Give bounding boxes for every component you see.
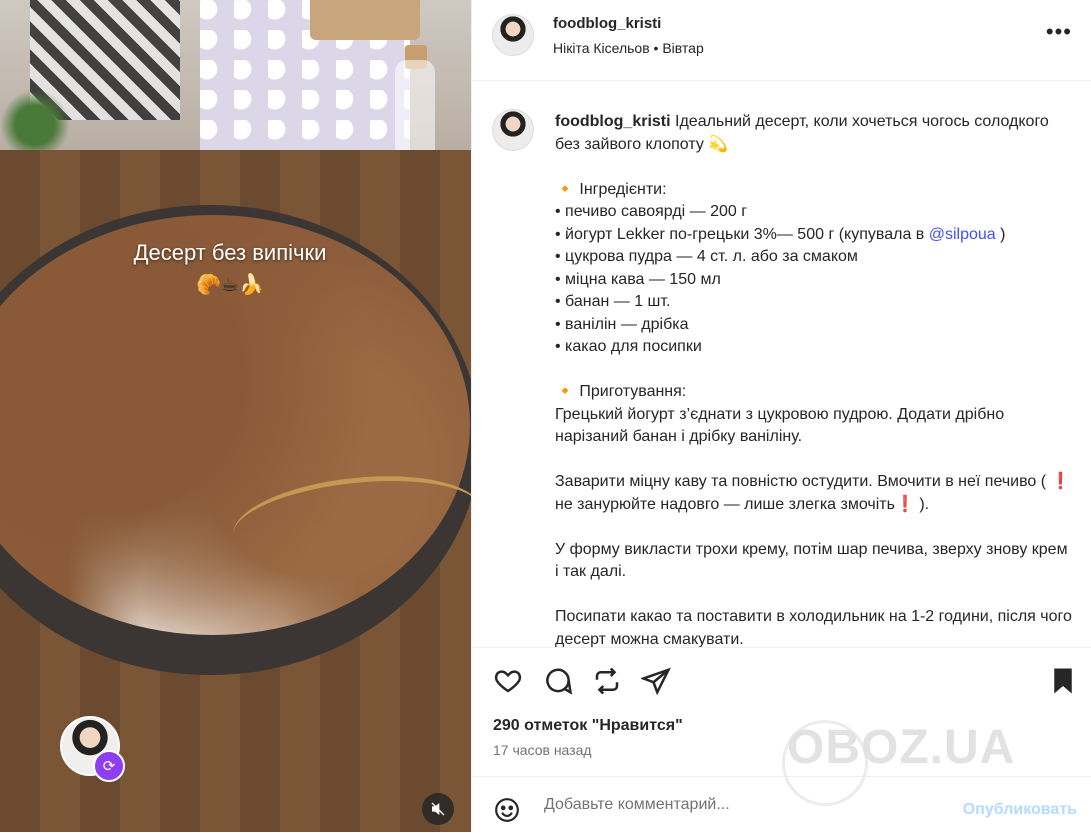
emoji-icon[interactable] bbox=[494, 797, 520, 823]
post-timestamp[interactable]: 17 часов назад bbox=[493, 742, 592, 758]
method-step: не занурюйте надовго — лише злегка змочі… bbox=[555, 495, 895, 513]
comment-input[interactable] bbox=[542, 795, 946, 815]
caption-username[interactable]: foodblog_kristi bbox=[555, 113, 671, 130]
repost-icon[interactable] bbox=[592, 666, 622, 696]
ingredient-line: • банан — 1 шт. bbox=[555, 293, 671, 310]
mute-button[interactable] bbox=[422, 793, 454, 825]
more-options-button[interactable]: ••• bbox=[1046, 21, 1072, 43]
caption-avatar[interactable] bbox=[492, 109, 534, 151]
heart-icon[interactable] bbox=[493, 666, 523, 696]
media-overlay-title: Десерт без випічки bbox=[133, 240, 327, 265]
exclamation-icon: ❗ bbox=[894, 495, 915, 513]
ingredient-line: • печиво савоярді — 200 г bbox=[555, 203, 748, 220]
comment-icon[interactable] bbox=[543, 666, 573, 696]
ingredient-line: • міцна кава — 150 мл bbox=[555, 270, 721, 288]
method-header: 🔸 Приготування: bbox=[555, 383, 687, 400]
comment-bar: Опубликовать bbox=[472, 776, 1091, 833]
media-overlay-emoji: 🥐☕🍌 bbox=[196, 274, 264, 296]
speaker-muted-icon bbox=[431, 802, 445, 816]
ingredients-header: 🔸 Інгредієнти: bbox=[555, 180, 667, 198]
watermark-text: OBOZ.UA bbox=[787, 721, 1016, 774]
ingredient-line: • йогурт Lekker по-грецьки 3%— 500 г (ку… bbox=[555, 225, 929, 243]
method-step: У форму викласти трохи крему, потім шар … bbox=[555, 540, 1068, 581]
post-comment-button[interactable]: Опубликовать bbox=[963, 801, 1077, 819]
mention-close: ) bbox=[995, 225, 1006, 243]
jar-lid bbox=[310, 0, 420, 40]
bookmark-icon[interactable] bbox=[1048, 666, 1078, 696]
likes-count[interactable]: 290 отметок "Нравится" bbox=[493, 717, 683, 735]
method-step: ). bbox=[914, 495, 930, 513]
method-step: Грецький йогурт з’єднати з цукровою пудр… bbox=[555, 405, 1005, 446]
ingredient-line: • какао для посипки bbox=[555, 338, 702, 355]
author-avatar[interactable] bbox=[492, 14, 534, 56]
method-step: Заварити міцну каву та повністю остудити… bbox=[555, 473, 1051, 490]
post-side-panel: foodblog_kristi Нікіта Кісельов • Вівтар… bbox=[471, 0, 1091, 832]
author-username[interactable]: foodblog_kristi bbox=[553, 15, 661, 32]
action-bar bbox=[472, 647, 1091, 708]
post-header: foodblog_kristi Нікіта Кісельов • Вівтар… bbox=[472, 0, 1091, 81]
ingredient-line: • ванілін — дрібка bbox=[555, 315, 689, 333]
author-subtitle[interactable]: Нікіта Кісельов • Вівтар bbox=[553, 40, 704, 56]
share-icon[interactable] bbox=[641, 666, 671, 696]
mention-link[interactable]: @silpoua bbox=[929, 226, 996, 243]
post-caption: foodblog_kristi Ідеальний десерт, коли х… bbox=[472, 81, 1091, 647]
ingredient-line: • цукрова пудра — 4 ст. л. або за смаком bbox=[555, 248, 858, 265]
caption-text: foodblog_kristi Ідеальний десерт, коли х… bbox=[555, 111, 1075, 647]
exclamation-icon: ❗ bbox=[1050, 473, 1071, 490]
method-step: Посипати какао та поставити в холодильни… bbox=[555, 608, 1072, 647]
post-media[interactable]: Десерт без випічки 🥐☕🍌 ⟳ bbox=[0, 0, 471, 832]
collab-badge-icon: ⟳ bbox=[93, 750, 125, 782]
